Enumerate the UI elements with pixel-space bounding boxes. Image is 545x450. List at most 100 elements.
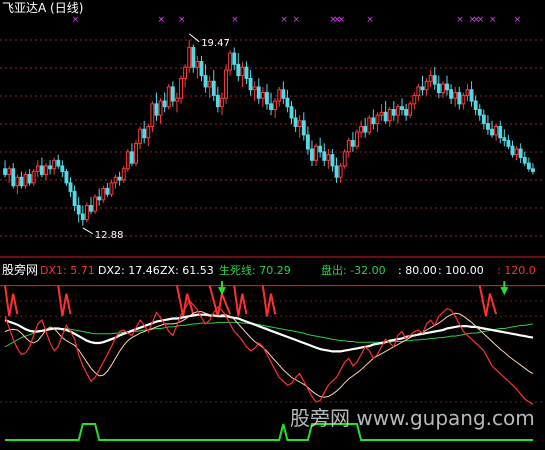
candle — [101, 185, 106, 203]
candle-body — [391, 109, 396, 116]
candle-body — [457, 92, 462, 105]
candle-body — [400, 106, 404, 111]
candle-body — [224, 69, 228, 99]
candle-body — [502, 137, 507, 142]
chart-root: 飞亚达A (日线) 股旁网 DX1: 5.71 DX2: 17.46 ZX: 61.… — [0, 0, 545, 445]
candle-body — [346, 140, 351, 153]
indicator-label-life: 生死线: 70.29 — [219, 263, 291, 277]
candle-body — [518, 148, 523, 158]
candle-body — [56, 159, 61, 167]
candle-body — [27, 173, 32, 184]
indicator-label-lev120: : 120.0 — [497, 264, 536, 277]
candle-body — [342, 151, 347, 167]
candle-body — [490, 128, 494, 136]
candle-body — [60, 165, 65, 173]
top-mark: × — [338, 15, 346, 25]
candle — [109, 180, 114, 198]
candle-body — [162, 100, 167, 108]
candle-body — [432, 75, 437, 85]
top-mark: × — [456, 15, 464, 25]
candle — [355, 129, 359, 150]
candle-body — [375, 114, 380, 125]
candle — [342, 149, 347, 169]
candle-body — [416, 86, 421, 96]
candle-body — [97, 196, 102, 201]
candle — [23, 171, 28, 189]
candle-body — [260, 92, 265, 99]
candle-body — [48, 165, 52, 170]
indicator-label-dx1: DX1: 5.71 — [40, 264, 95, 277]
candle-body — [89, 204, 93, 212]
candle-body — [359, 125, 364, 133]
candle-body — [150, 103, 155, 127]
candle-body — [191, 46, 196, 68]
candle-body — [387, 109, 392, 122]
candle-body — [494, 125, 499, 136]
candle-body — [11, 168, 16, 187]
candle-body — [187, 46, 192, 68]
top-mark: × — [293, 15, 301, 25]
candle — [93, 194, 98, 214]
candle-body — [203, 75, 208, 88]
candle-body — [125, 151, 130, 170]
top-mark: × — [280, 15, 288, 25]
candle-body — [84, 204, 89, 221]
top-mark: × — [489, 15, 497, 25]
candle-body — [379, 111, 384, 116]
candle-body — [68, 182, 73, 192]
candle-body — [326, 154, 331, 161]
indicator-label-zx: ZX: 61.53 — [160, 264, 214, 277]
candle-body — [461, 94, 466, 105]
top-mark: × — [158, 15, 166, 25]
candle-body — [265, 92, 269, 105]
candle-body — [510, 145, 515, 156]
candle-body — [211, 80, 216, 96]
candle-body — [355, 131, 359, 147]
low-label: 12.88 — [95, 230, 124, 241]
candle-body — [297, 120, 302, 127]
candle-body — [526, 162, 531, 170]
candle-body — [289, 106, 294, 119]
candle-body — [436, 83, 441, 94]
top-mark: × — [72, 15, 80, 25]
candle-body — [113, 176, 118, 184]
chart-svg: 飞亚达A (日线) 股旁网 DX1: 5.71 DX2: 17.46 ZX: 61.… — [0, 0, 545, 445]
candle-body — [154, 103, 159, 116]
candle-body — [109, 182, 114, 195]
candle-body — [121, 168, 126, 181]
candle-body — [138, 128, 143, 144]
candle-body — [179, 77, 183, 99]
candle — [367, 115, 372, 135]
candle-body — [248, 77, 253, 91]
watermark: 股旁网 www.gupang.com — [290, 406, 535, 430]
candle-body — [281, 89, 286, 99]
candle-body — [31, 171, 36, 184]
candle-body — [408, 103, 413, 116]
candle-body — [35, 165, 40, 173]
candle-body — [453, 92, 458, 99]
candle-body — [232, 52, 237, 65]
candle-body — [236, 63, 241, 77]
indicator-labels: DX1: 5.71 DX2: 17.46 ZX: 61.53 生死线: 70.29 盘出… — [40, 263, 536, 277]
candle-body — [428, 75, 433, 82]
candle-body — [310, 148, 314, 161]
candle-body — [514, 148, 519, 156]
top-mark: × — [514, 15, 522, 25]
candle-body — [240, 66, 245, 77]
candle-body — [228, 52, 233, 71]
candle-body — [170, 86, 175, 102]
candle-body — [166, 86, 171, 108]
price-panel-title: 飞亚达A (日线) — [2, 1, 83, 15]
candle-body — [334, 165, 339, 178]
candle-body — [64, 171, 69, 184]
candle-body — [301, 120, 306, 136]
candle — [121, 165, 126, 183]
top-mark: × — [366, 15, 374, 25]
candle-body — [486, 123, 490, 130]
candle-body — [72, 190, 77, 206]
candle-body — [420, 86, 425, 91]
indicator-label-dx2: DX2: 17.46 — [98, 264, 160, 277]
candle — [84, 202, 89, 223]
candle-body — [7, 168, 12, 175]
candle-body — [277, 89, 282, 102]
